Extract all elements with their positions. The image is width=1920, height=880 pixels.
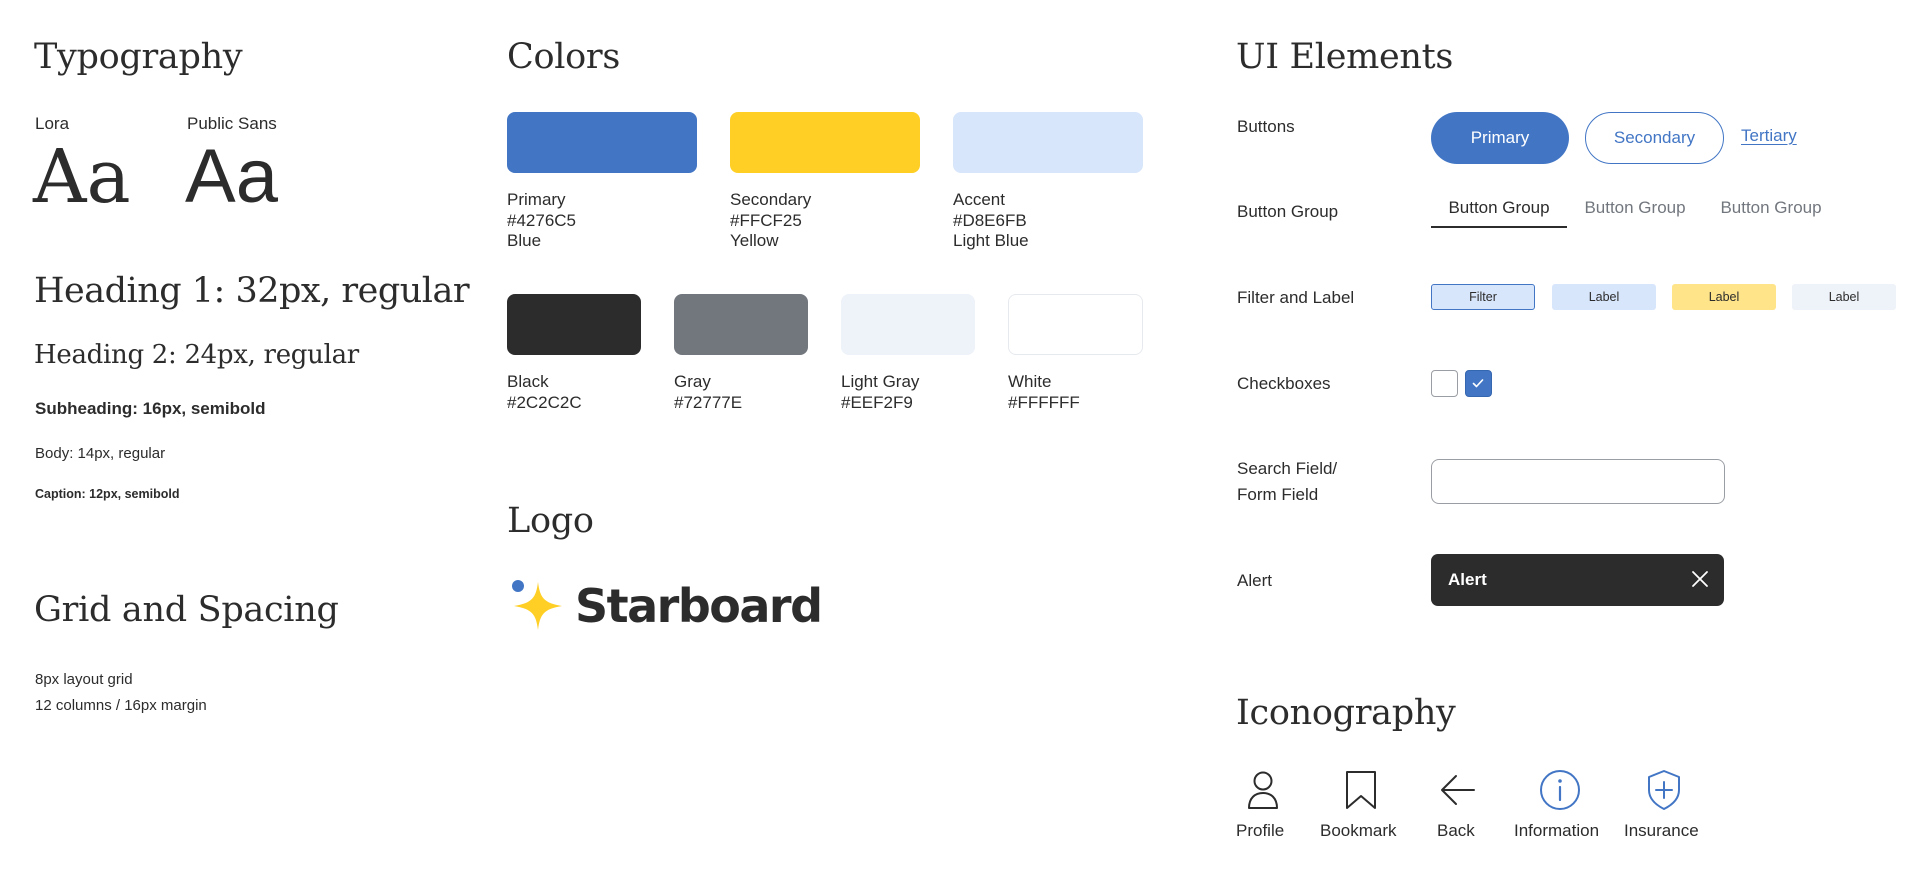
- swatch-name: Secondary: [730, 190, 812, 209]
- swatch-accent: [953, 112, 1143, 173]
- font-name-public-sans: Public Sans: [187, 114, 277, 133]
- secondary-button[interactable]: Secondary: [1585, 112, 1724, 164]
- swatch-hex: #2C2C2C: [507, 392, 582, 412]
- alert-banner: Alert: [1431, 554, 1724, 606]
- swatch-light-gray: [841, 294, 975, 355]
- logo-wordmark: Starboard: [575, 579, 823, 633]
- search-input[interactable]: [1431, 459, 1725, 504]
- swatch-name: Black: [507, 372, 549, 391]
- search-field-label-line2: Form Field: [1237, 485, 1319, 504]
- swatch-hex: #FFFFFF: [1008, 392, 1080, 412]
- bookmark-icon: [1346, 771, 1376, 809]
- icon-label: Insurance: [1624, 821, 1699, 840]
- swatch-name: Accent: [953, 190, 1005, 209]
- search-field-label-line1: Search Field/: [1237, 459, 1338, 478]
- grid-line-layout: 8px layout grid: [35, 671, 133, 688]
- profile-icon: [1248, 771, 1278, 809]
- swatch-name: White: [1008, 372, 1052, 391]
- checkmark-icon: [1472, 379, 1484, 388]
- icon-label: Bookmark: [1320, 821, 1397, 840]
- swatch-name: Primary: [507, 190, 566, 209]
- swatch-name: Light Gray: [841, 372, 920, 391]
- swatch-hex: #FFCF25: [730, 210, 802, 230]
- swatch-black: [507, 294, 641, 355]
- icon-label: Information: [1514, 821, 1600, 840]
- button-group-item-active[interactable]: Button Group: [1431, 198, 1567, 228]
- font-sample-lora: Aa: [33, 134, 131, 220]
- back-arrow-icon: [1441, 775, 1475, 805]
- icon-label: Profile: [1236, 821, 1285, 840]
- close-icon[interactable]: [1690, 569, 1710, 589]
- grid-title: Grid and Spacing: [34, 590, 339, 630]
- swatch-desc: Light Blue: [953, 231, 1029, 250]
- heading-2-sample: Heading 2: 24px, regular: [34, 340, 359, 370]
- tertiary-button[interactable]: Tertiary: [1741, 126, 1797, 146]
- alert-text: Alert: [1448, 570, 1487, 589]
- insurance-shield-icon: [1648, 770, 1680, 810]
- buttons-label: Buttons: [1237, 117, 1295, 136]
- swatch-label-primary: Primary #4276C5 Blue: [507, 189, 576, 251]
- swatch-primary: [507, 112, 697, 173]
- button-group-item[interactable]: Button Group: [1703, 198, 1839, 228]
- label-chip-gray: Label: [1792, 284, 1896, 310]
- checkboxes-label: Checkboxes: [1237, 374, 1331, 393]
- swatch-secondary: [730, 112, 920, 173]
- swatch-desc: Blue: [507, 231, 542, 250]
- swatch-desc: Yellow: [730, 231, 779, 250]
- swatch-white: [1008, 294, 1143, 355]
- heading-1-sample: Heading 1: 32px, regular: [34, 271, 470, 311]
- button-group-item[interactable]: Button Group: [1567, 198, 1703, 228]
- swatch-hex: #72777E: [674, 392, 743, 412]
- swatch-label-gray: Gray #72777E: [674, 371, 742, 412]
- label-chip-yellow: Label: [1672, 284, 1776, 310]
- caption-sample: Caption: 12px, semibold: [35, 487, 180, 501]
- swatch-hex: #EEF2F9: [841, 392, 913, 412]
- primary-button[interactable]: Primary: [1431, 112, 1569, 164]
- subheading-sample: Subheading: 16px, semibold: [35, 399, 266, 418]
- grid-line-columns: 12 columns / 16px margin: [35, 697, 207, 714]
- label-chip-blue: Label: [1552, 284, 1656, 310]
- filter-and-label-label: Filter and Label: [1237, 288, 1355, 307]
- button-group-label: Button Group: [1237, 202, 1339, 221]
- information-icon: [1540, 770, 1580, 810]
- font-name-lora: Lora: [35, 114, 70, 133]
- font-sample-public-sans: Aa: [185, 134, 278, 219]
- swatch-name: Gray: [674, 372, 711, 391]
- icon-label: Back: [1437, 821, 1475, 840]
- ui-elements-title: UI Elements: [1236, 37, 1454, 77]
- swatch-gray: [674, 294, 808, 355]
- starboard-logo-icon: [512, 580, 562, 630]
- typography-title: Typography: [34, 37, 243, 77]
- swatch-label-secondary: Secondary #FFCF25 Yellow: [730, 189, 811, 251]
- swatch-hex: #4276C5: [507, 210, 577, 230]
- checkbox-unchecked[interactable]: [1431, 370, 1458, 397]
- swatch-hex: #D8E6FB: [953, 210, 1027, 230]
- swatch-label-accent: Accent #D8E6FB Light Blue: [953, 189, 1029, 251]
- checkbox-checked[interactable]: [1465, 370, 1492, 397]
- colors-title: Colors: [507, 37, 621, 77]
- alert-label: Alert: [1237, 571, 1272, 590]
- iconography-title: Iconography: [1236, 693, 1456, 733]
- body-sample: Body: 14px, regular: [35, 445, 166, 462]
- filter-chip[interactable]: Filter: [1431, 284, 1535, 310]
- swatch-label-black: Black #2C2C2C: [507, 371, 582, 412]
- logo-title: Logo: [507, 501, 594, 541]
- search-field-label: Search Field/ Form Field: [1237, 456, 1337, 508]
- swatch-label-white: White #FFFFFF: [1008, 371, 1080, 412]
- swatch-label-light-gray: Light Gray #EEF2F9: [841, 371, 919, 412]
